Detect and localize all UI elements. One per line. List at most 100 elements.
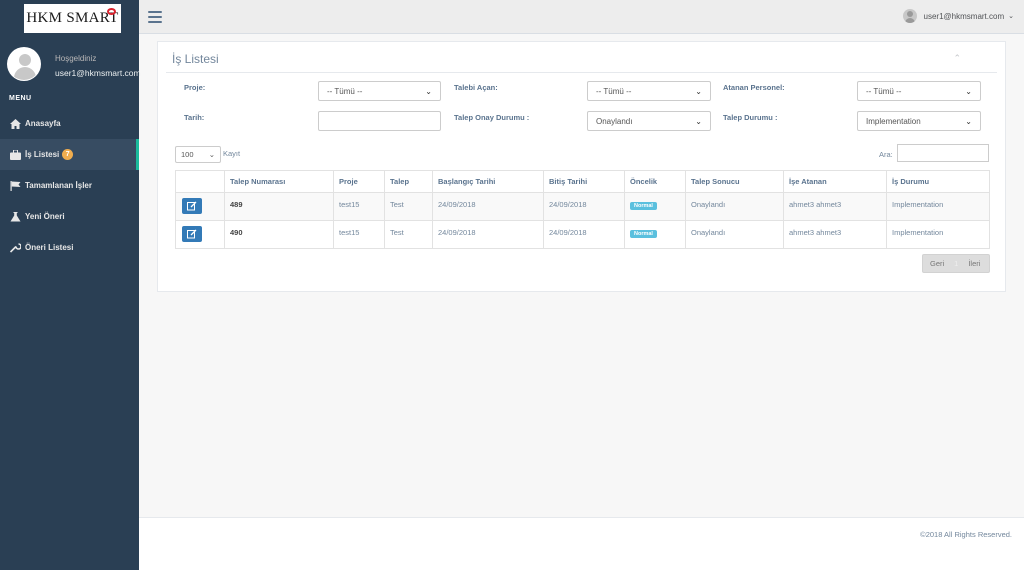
bitis-cell: 24/09/2018 (543, 192, 625, 221)
user-avatar-icon (902, 9, 917, 23)
column-header[interactable]: Talep Numarası (224, 170, 334, 193)
chevron-down-icon: ⌄ (965, 86, 972, 96)
briefcase-icon (10, 149, 21, 160)
column-header[interactable]: İşe Atanan (783, 170, 887, 193)
proje-select-value: -- Tümü -- (327, 86, 363, 96)
sidebar-item-is-listesi[interactable]: İş Listesi 7 (0, 139, 139, 170)
priority-badge: Normal (630, 230, 657, 238)
talep-cell: Test (384, 220, 433, 249)
talep-cell: Test (384, 192, 433, 221)
column-header[interactable]: Talep (384, 170, 433, 193)
proje-select[interactable]: -- Tümü -- ⌄ (318, 81, 441, 101)
atanan-cell: ahmet3 ahmet3 (783, 220, 887, 249)
column-header[interactable]: Öncelik (624, 170, 686, 193)
column-header[interactable] (175, 170, 225, 193)
flag-icon (10, 180, 21, 191)
chevron-down-icon: ⌄ (208, 150, 215, 159)
sidebar: HKM SMART Hoşgeldiniz user1@hkmsmart.com… (0, 0, 141, 570)
edit-icon (187, 201, 197, 211)
sidebar-item-label: İş Listesi (25, 150, 60, 159)
avatar (7, 47, 41, 81)
chevron-down-icon: ⌄ (1008, 13, 1014, 20)
pagination-page-1[interactable]: 1 (954, 259, 958, 268)
edit-icon (187, 229, 197, 239)
welcome-text: Hoşgeldiniz (55, 54, 97, 63)
sidebar-item-label: Yeni Öneri (25, 212, 65, 221)
talep-onay-durumu-select[interactable]: Onaylandı ⌄ (587, 111, 711, 131)
sidebar-profile: Hoşgeldiniz user1@hkmsmart.com (7, 47, 141, 85)
brand-logo[interactable]: HKM SMART (24, 4, 121, 33)
proje-cell: test15 (333, 220, 385, 249)
talep-durumu-value: Implementation (866, 116, 921, 126)
column-header[interactable]: Bitiş Tarihi (543, 170, 625, 193)
talep-onay-durumu-label: Talep Onay Durumu : (454, 113, 530, 122)
talebi-acan-select[interactable]: -- Tümü -- ⌄ (587, 81, 711, 101)
column-header[interactable]: Proje (333, 170, 385, 193)
panel-divider (166, 72, 997, 73)
baslangic-cell: 24/09/2018 (432, 192, 544, 221)
panel-title: İş Listesi (172, 52, 219, 66)
home-icon (10, 118, 21, 129)
chevron-down-icon: ⌄ (425, 86, 432, 96)
durum-cell: Implementation (886, 220, 990, 249)
pagination-prev-button[interactable]: Geri (923, 259, 944, 268)
bitis-cell: 24/09/2018 (543, 220, 625, 249)
column-header[interactable]: İş Durumu (886, 170, 990, 193)
work-list-table: Talep Numarası Proje Talep Başlangıç Tar… (175, 170, 990, 249)
sidebar-item-tamamlanan-isler[interactable]: Tamamlanan İşler (0, 170, 139, 201)
atanan-cell: ahmet3 ahmet3 (783, 192, 887, 221)
column-header[interactable]: Başlangıç Tarihi (432, 170, 544, 193)
talebi-acan-label: Talebi Açan: (454, 83, 498, 92)
table-header-row: Talep Numarası Proje Talep Başlangıç Tar… (175, 170, 990, 193)
oncelik-cell: Normal (624, 192, 686, 221)
talebi-acan-select-value: -- Tümü -- (596, 86, 632, 96)
sidebar-item-anasayfa[interactable]: Anasayfa (0, 108, 139, 139)
sidebar-item-oneri-listesi[interactable]: Öneri Listesi (0, 232, 139, 263)
sidebar-item-yeni-oneri[interactable]: Yeni Öneri (0, 201, 139, 232)
sonuc-cell: Onaylandı (685, 192, 784, 221)
talep-durumu-label: Talep Durumu : (723, 113, 778, 122)
profile-email: user1@hkmsmart.com (55, 68, 141, 78)
durum-cell: Implementation (886, 192, 990, 221)
row-actions (175, 192, 225, 221)
copyright-text: ©2018 All Rights Reserved. (920, 530, 1012, 539)
oncelik-cell: Normal (624, 220, 686, 249)
search-input[interactable] (897, 144, 989, 162)
talep-numarasi-cell: 489 (224, 192, 334, 221)
talep-numarasi-cell: 490 (224, 220, 334, 249)
flask-icon (10, 211, 21, 222)
chevron-down-icon: ⌄ (695, 116, 702, 126)
chevron-down-icon: ⌄ (695, 86, 702, 96)
brand-name: HKM SMART (26, 10, 119, 26)
footer: ©2018 All Rights Reserved. (139, 517, 1024, 570)
priority-badge: Normal (630, 202, 657, 210)
tarih-input[interactable] (318, 111, 441, 131)
collapse-chevron-up-icon[interactable]: ⌃ (953, 53, 961, 64)
wrench-icon (10, 242, 21, 253)
work-list-panel: İş Listesi ⌃ Proje: -- Tümü -- ⌄ Talebi A… (157, 41, 1006, 292)
tarih-label: Tarih: (184, 113, 205, 122)
pagination: Geri 1 İleri (922, 254, 990, 273)
menu-toggle-icon[interactable] (148, 11, 162, 23)
search-label: Ara: (879, 150, 893, 159)
column-header[interactable]: Talep Sonucu (685, 170, 784, 193)
row-actions (175, 220, 225, 249)
sidebar-nav: Anasayfa İş Listesi 7 Tamamlanan İşler Y… (0, 108, 139, 263)
edit-button[interactable] (182, 226, 202, 242)
talep-durumu-select[interactable]: Implementation ⌄ (857, 111, 981, 131)
proje-label: Proje: (184, 83, 206, 92)
pagination-next-button[interactable]: İleri (968, 259, 980, 268)
talep-onay-durumu-value: Onaylandı (596, 116, 633, 126)
page-length-label: Kayıt (223, 149, 241, 158)
chevron-down-icon: ⌄ (965, 116, 972, 126)
user-dropdown[interactable]: user1@hkmsmart.com ⌄ (902, 9, 1014, 23)
sonuc-cell: Onaylandı (685, 220, 784, 249)
sidebar-item-label: Anasayfa (25, 119, 61, 128)
logo-mark-icon (107, 8, 116, 15)
edit-button[interactable] (182, 198, 202, 214)
page-length-select[interactable]: 100 ⌄ (175, 146, 221, 163)
atanan-personel-select[interactable]: -- Tümü -- ⌄ (857, 81, 981, 101)
task-count-badge: 7 (62, 149, 74, 160)
menu-title: MENU (9, 95, 32, 102)
table-row: 490 test15 Test 24/09/2018 24/09/2018 No… (175, 220, 990, 249)
